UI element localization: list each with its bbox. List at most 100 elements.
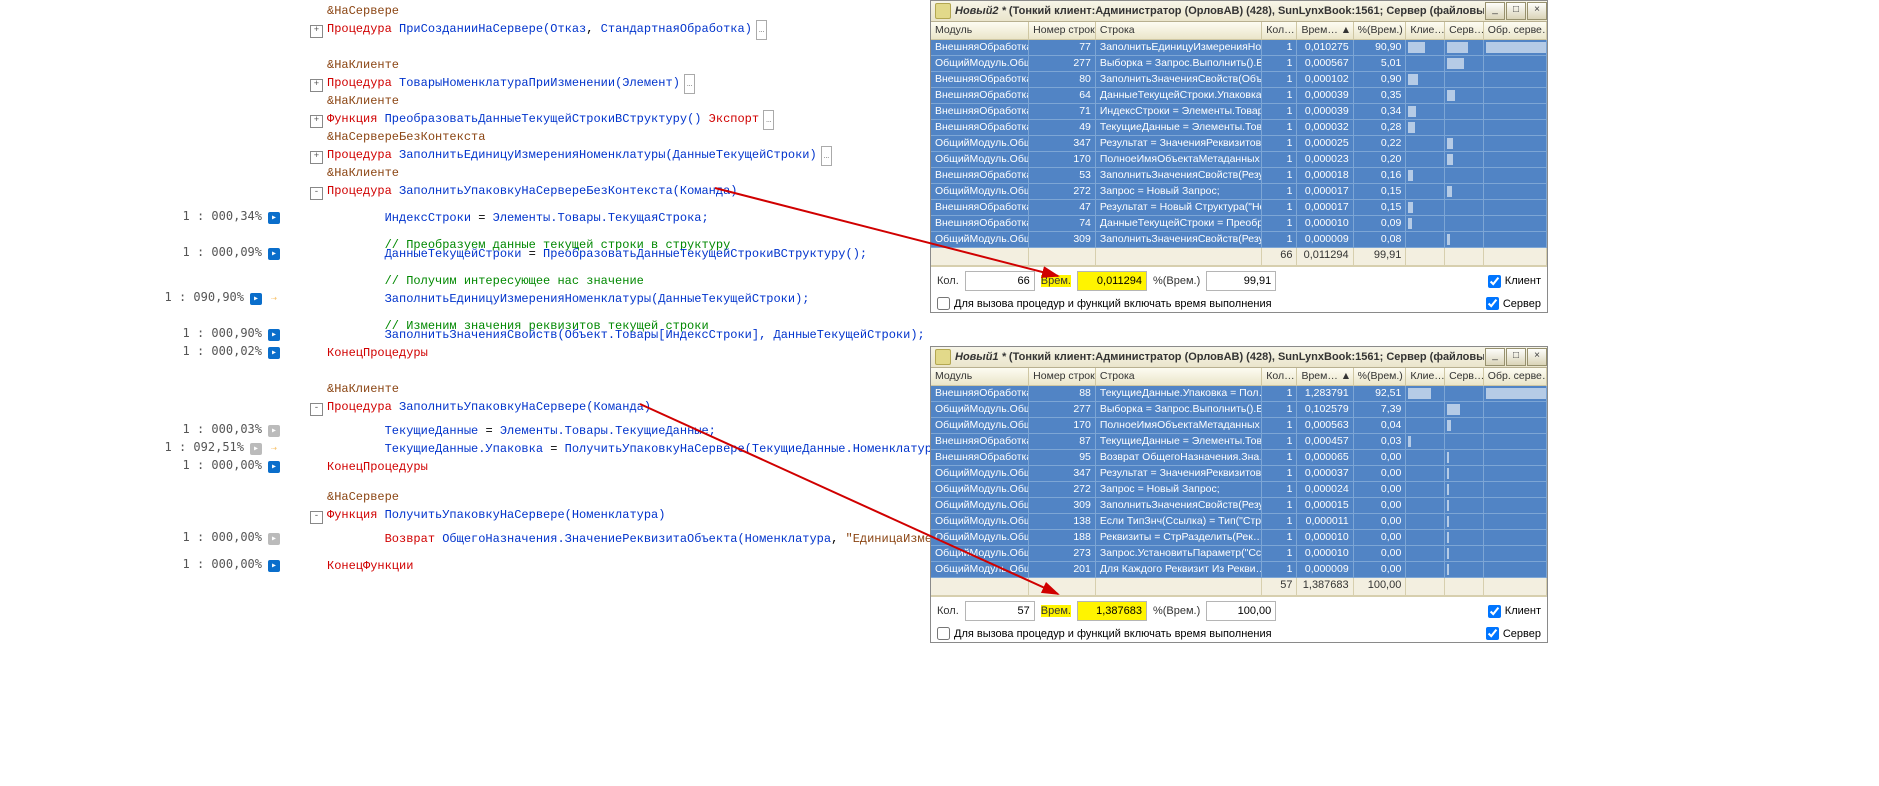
client-checkbox[interactable]: Клиент [1488, 275, 1541, 288]
col-header[interactable]: Серв… [1445, 368, 1484, 386]
table-row[interactable]: ОбщийМодуль.Общег…201Для Каждого Реквизи… [931, 562, 1547, 578]
code-line[interactable]: ИндексСтроки = Элементы.Товары.ТекущаяСт… [310, 209, 709, 227]
code-line[interactable]: +Процедура ТоварыНоменклатураПриИзменени… [310, 74, 695, 94]
table-row[interactable]: ОбщийМодуль.Общег…170ПолноеИмяОбъектаМет… [931, 418, 1547, 434]
vrem-input[interactable] [1077, 601, 1147, 621]
code-line[interactable]: -Процедура ЗаполнитьУпаковкуНаСервереБез… [310, 182, 738, 200]
table-row[interactable]: ОбщийМодуль.Общег…277Выборка = Запрос.Вы… [931, 402, 1547, 418]
table-row[interactable]: ОбщийМодуль.Общег…309ЗаполнитьЗначенияСв… [931, 498, 1547, 514]
table-row[interactable]: ОбщийМодуль.Общег…347Результат = Значени… [931, 466, 1547, 482]
table-row[interactable]: ОбщийМодуль.Общег…272Запрос = Новый Запр… [931, 184, 1547, 200]
table-row[interactable]: ВнешняяОбработка.З…88ТекущиеДанные.Упако… [931, 386, 1547, 402]
col-header[interactable]: %(Врем.) [1354, 368, 1407, 386]
table-row[interactable]: ОбщийМодуль.Общег…309ЗаполнитьЗначенияСв… [931, 232, 1547, 248]
collapsed-dots[interactable]: … [684, 74, 695, 94]
col-header[interactable]: Врем… ▲ [1297, 22, 1353, 40]
col-header[interactable]: Обр. серве… [1484, 368, 1547, 386]
maximize-button[interactable]: □ [1506, 2, 1526, 20]
include-time-checkbox[interactable]: Для вызова процедур и функций включать в… [937, 297, 1272, 310]
table-row[interactable]: ВнешняяОбработка.З…49ТекущиеДанные = Эле… [931, 120, 1547, 136]
code-line[interactable]: -Функция ПолучитьУпаковкуНаСервере(Номен… [310, 506, 665, 524]
code-line[interactable]: ЗаполнитьЗначенияСвойств(Объект.Товары[И… [310, 326, 925, 344]
col-header[interactable]: Модуль [931, 22, 1029, 40]
table-row[interactable]: ОбщийМодуль.Общег…347Результат = Значени… [931, 136, 1547, 152]
table-row[interactable]: ВнешняяОбработка.З…95Возврат ОбщегоНазна… [931, 450, 1547, 466]
col-header[interactable]: Врем… ▲ [1297, 368, 1353, 386]
col-header[interactable]: Номер строки [1029, 22, 1096, 40]
minimize-button[interactable]: _ [1485, 348, 1505, 366]
code-line[interactable]: ТекущиеДанные.Упаковка = ПолучитьУпаковк… [310, 440, 954, 458]
col-header[interactable]: Кол… [1262, 22, 1297, 40]
col-header[interactable]: Серв… [1445, 22, 1484, 40]
include-time-checkbox[interactable]: Для вызова процедур и функций включать в… [937, 627, 1272, 640]
profiler-gutter-mark: 1 : 000,03%▸ [183, 422, 280, 437]
fold-toggle[interactable]: - [310, 187, 323, 200]
server-checkbox[interactable]: Сервер [1486, 297, 1541, 310]
code-line[interactable]: -Процедура ЗаполнитьУпаковкуНаСервере(Ко… [310, 398, 651, 416]
col-header[interactable]: Клие… [1406, 368, 1445, 386]
table-row[interactable]: ВнешняяОбработка.З…47Результат = Новый С… [931, 200, 1547, 216]
collapsed-dots[interactable]: … [763, 110, 774, 130]
col-header[interactable]: Строка [1096, 22, 1262, 40]
code-line[interactable]: +Процедура ПриСозданииНаСервере(Отказ, С… [310, 20, 767, 40]
close-button[interactable]: × [1527, 2, 1547, 20]
code-line[interactable]: КонецФункции [310, 557, 413, 575]
code-line[interactable]: &НаСервере [310, 488, 399, 506]
table-row[interactable]: ВнешняяОбработка.З…71ИндексСтроки = Элем… [931, 104, 1547, 120]
kol-input[interactable] [965, 271, 1035, 291]
fold-toggle[interactable]: + [310, 151, 323, 164]
grid-body[interactable]: ВнешняяОбработка.З…88ТекущиеДанные.Упако… [931, 386, 1547, 578]
code-line[interactable]: &НаКлиенте [310, 56, 399, 74]
vrem-input[interactable] [1077, 271, 1147, 291]
table-row[interactable]: ВнешняяОбработка.З…64ДанныеТекущейСтроки… [931, 88, 1547, 104]
fold-toggle[interactable]: + [310, 115, 323, 128]
table-row[interactable]: ОбщийМодуль.Общег…273Запрос.УстановитьПа… [931, 546, 1547, 562]
fold-toggle[interactable]: + [310, 79, 323, 92]
fold-toggle[interactable]: + [310, 25, 323, 38]
code-line[interactable]: КонецПроцедуры [310, 344, 428, 362]
col-header[interactable]: Кол… [1262, 368, 1297, 386]
code-line[interactable]: ТекущиеДанные = Элементы.Товары.ТекущиеД… [310, 422, 716, 440]
table-row[interactable]: ВнешняяОбработка.З…74ДанныеТекущейСтроки… [931, 216, 1547, 232]
table-row[interactable]: ВнешняяОбработка.З…77ЗаполнитьЕдиницуИзм… [931, 40, 1547, 56]
code-line[interactable]: &НаКлиенте [310, 380, 399, 398]
code-line[interactable]: // Получим интересующее нас значение [310, 272, 644, 290]
fold-toggle[interactable]: - [310, 511, 323, 524]
grid-body[interactable]: ВнешняяОбработка.З…77ЗаполнитьЕдиницуИзм… [931, 40, 1547, 248]
close-button[interactable]: × [1527, 348, 1547, 366]
col-header[interactable]: Модуль [931, 368, 1029, 386]
pct-input[interactable] [1206, 601, 1276, 621]
client-checkbox[interactable]: Клиент [1488, 605, 1541, 618]
col-header[interactable]: %(Врем.) [1354, 22, 1407, 40]
server-checkbox[interactable]: Сервер [1486, 627, 1541, 640]
table-row[interactable]: ОбщийМодуль.Общег…138Если ТипЗнч(Ссылка)… [931, 514, 1547, 530]
code-line[interactable]: Возврат ОбщегоНазначения.ЗначениеРеквизи… [310, 530, 990, 548]
table-row[interactable]: ВнешняяОбработка.З…80ЗаполнитьЗначенияСв… [931, 72, 1547, 88]
col-header[interactable]: Клие… [1406, 22, 1445, 40]
table-row[interactable]: ОбщийМодуль.Общег…170ПолноеИмяОбъектаМет… [931, 152, 1547, 168]
fold-toggle[interactable]: - [310, 403, 323, 416]
collapsed-dots[interactable]: … [821, 146, 832, 166]
code-line[interactable]: ДанныеТекущейСтроки = ПреобразоватьДанны… [310, 245, 867, 263]
col-header[interactable]: Номер строки [1029, 368, 1096, 386]
code-line[interactable]: +Функция ПреобразоватьДанныеТекущейСтрок… [310, 110, 774, 130]
code-line[interactable]: +Процедура ЗаполнитьЕдиницуИзмеренияНоме… [310, 146, 832, 166]
code-line[interactable]: КонецПроцедуры [310, 458, 428, 476]
code-line[interactable]: &НаСервереБезКонтекста [310, 128, 485, 146]
code-line[interactable]: ЗаполнитьЕдиницуИзмеренияНоменклатуры(Да… [310, 290, 810, 308]
minimize-button[interactable]: _ [1485, 2, 1505, 20]
table-row[interactable]: ОбщийМодуль.Общег…277Выборка = Запрос.Вы… [931, 56, 1547, 72]
table-row[interactable]: ВнешняяОбработка.З…53ЗаполнитьЗначенияСв… [931, 168, 1547, 184]
col-header[interactable]: Обр. серве… [1484, 22, 1547, 40]
col-header[interactable]: Строка [1096, 368, 1262, 386]
code-line[interactable]: &НаСервере [310, 2, 399, 20]
pct-input[interactable] [1206, 271, 1276, 291]
table-row[interactable]: ОбщийМодуль.Общег…272Запрос = Новый Запр… [931, 482, 1547, 498]
code-line[interactable]: &НаКлиенте [310, 164, 399, 182]
maximize-button[interactable]: □ [1506, 348, 1526, 366]
table-row[interactable]: ОбщийМодуль.Общег…188Реквизиты = СтрРазд… [931, 530, 1547, 546]
table-row[interactable]: ВнешняяОбработка.З…87ТекущиеДанные = Эле… [931, 434, 1547, 450]
kol-input[interactable] [965, 601, 1035, 621]
collapsed-dots[interactable]: … [756, 20, 767, 40]
code-line[interactable]: &НаКлиенте [310, 92, 399, 110]
